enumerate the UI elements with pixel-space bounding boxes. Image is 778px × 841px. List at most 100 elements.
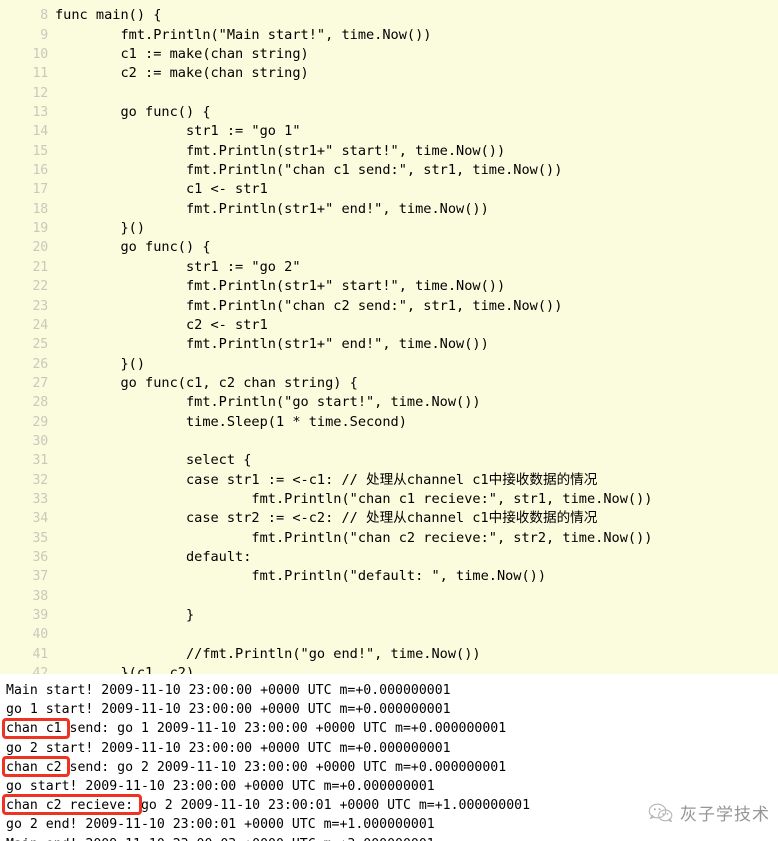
line-number: 14 — [32, 124, 49, 140]
code-line: 38 — [0, 587, 778, 606]
code-text: select { — [55, 452, 252, 469]
line-number: 25 — [32, 337, 49, 353]
code-text: fmt.Println(str1+" end!", time.Now()) — [55, 200, 489, 217]
code-line: 13 go func() { — [0, 103, 778, 122]
code-line: 41 //fmt.Println("go end!", time.Now()) — [0, 645, 778, 664]
line-number: 30 — [32, 433, 49, 449]
terminal-line: go start! 2009-11-10 23:00:00 +0000 UTC … — [6, 778, 435, 794]
code-line: 35 fmt.Println("chan c2 recieve:", str2,… — [0, 529, 778, 548]
code-text: func main() { — [55, 7, 162, 24]
line-number: 20 — [32, 240, 49, 256]
terminal-line: go 2 start! 2009-11-10 23:00:00 +0000 UT… — [6, 740, 451, 756]
code-editor-pane[interactable]: 78func main() {9 fmt.Println("Main start… — [0, 0, 778, 674]
line-number: 10 — [32, 47, 49, 63]
line-number: 39 — [32, 608, 49, 623]
code-line: 14 str1 := "go 1" — [0, 122, 778, 141]
code-line: 18 fmt.Println(str1+" end!", time.Now()) — [0, 200, 778, 219]
code-line: 16 fmt.Println("chan c1 send:", str1, ti… — [0, 161, 778, 180]
code-text: fmt.Println("go start!", time.Now()) — [55, 394, 481, 411]
line-number: 26 — [32, 356, 49, 372]
code-line: 28 fmt.Println("go start!", time.Now()) — [0, 393, 778, 412]
code-text: fmt.Println("chan c2 send:", str1, time.… — [55, 297, 563, 314]
line-number: 23 — [32, 298, 49, 314]
code-line: 21 str1 := "go 2" — [0, 258, 778, 277]
code-line: 25 fmt.Println(str1+" end!", time.Now()) — [0, 335, 778, 354]
line-number: 24 — [32, 317, 49, 333]
code-line: 20 go func() { — [0, 238, 778, 257]
line-number: 19 — [32, 221, 49, 237]
code-line: 33 fmt.Println("chan c1 recieve:", str1,… — [0, 490, 778, 509]
code-line: 11 c2 := make(chan string) — [0, 64, 778, 83]
code-line: 19 }() — [0, 219, 778, 238]
wechat-icon-svg — [648, 803, 673, 822]
terminal-line: chan c2 send: go 2 2009-11-10 23:00:00 +… — [6, 759, 507, 775]
line-number: 28 — [32, 395, 49, 411]
wechat-icon — [648, 802, 674, 824]
code-text: //fmt.Println("go end!", time.Now()) — [55, 645, 481, 662]
code-text: fmt.Println("chan c2 recieve:", str2, ti… — [55, 529, 653, 546]
code-text: go func() { — [55, 104, 211, 121]
code-line: 12 — [0, 84, 778, 103]
code-line: 42 }(c1, c2) — [0, 664, 778, 674]
line-number: 16 — [32, 163, 49, 179]
line-number: 37 — [32, 569, 49, 585]
code-text: time.Sleep(1 * time.Second) — [55, 413, 407, 430]
line-number: 31 — [32, 453, 49, 469]
code-line: 34 case str2 := <-c2: // 处理从channel c1中接… — [0, 509, 778, 528]
terminal-line: go 1 start! 2009-11-10 23:00:00 +0000 UT… — [6, 702, 451, 718]
code-text: }() — [55, 355, 146, 372]
code-text: go func(c1, c2 chan string) { — [55, 374, 358, 391]
watermark: 灰子学技术 — [648, 800, 770, 825]
line-number: 11 — [32, 66, 49, 82]
code-text: c1 := make(chan string) — [55, 46, 309, 63]
code-lines-container: 78func main() {9 fmt.Println("Main start… — [0, 0, 778, 674]
screenshot-root: 78func main() {9 fmt.Println("Main start… — [0, 0, 778, 841]
code-line: 17 c1 <- str1 — [0, 180, 778, 199]
code-line: 15 fmt.Println(str1+" start!", time.Now(… — [0, 142, 778, 161]
watermark-text: 灰子学技术 — [680, 805, 770, 825]
code-line: 36 default: — [0, 548, 778, 567]
terminal-output-pane[interactable]: Main start! 2009-11-10 23:00:00 +0000 UT… — [0, 674, 778, 841]
code-text: fmt.Println("chan c1 send:", str1, time.… — [55, 162, 563, 179]
line-number: 9 — [40, 27, 48, 43]
terminal-line: chan c1 send: go 1 2009-11-10 23:00:00 +… — [6, 721, 507, 737]
terminal-line: Main start! 2009-11-10 23:00:00 +0000 UT… — [6, 683, 451, 698]
terminal-line: Main end! 2009-11-10 23:00:03 +0000 UTC … — [0, 835, 778, 841]
code-text: }(c1, c2) — [55, 665, 195, 674]
code-line: 10 c1 := make(chan string) — [0, 45, 778, 64]
line-number: 34 — [32, 511, 49, 527]
code-text: go func() { — [55, 239, 211, 256]
line-number: 8 — [40, 8, 48, 24]
line-number: 35 — [32, 530, 49, 546]
code-line: 8 func main() { — [0, 6, 778, 25]
code-line: 9 fmt.Println("Main start!", time.Now()) — [0, 26, 778, 45]
line-number: 15 — [32, 143, 49, 159]
line-number: 29 — [32, 414, 49, 430]
line-number: 38 — [32, 588, 49, 604]
code-text: fmt.Println("Main start!", time.Now()) — [55, 26, 432, 43]
code-text: str1 := "go 2" — [55, 258, 301, 275]
code-text: fmt.Println(str1+" end!", time.Now()) — [55, 336, 489, 353]
code-line: 32 case str1 := <-c1: // 处理从channel c1中接… — [0, 471, 778, 490]
line-number: 40 — [32, 627, 49, 643]
code-text: }() — [55, 220, 146, 237]
code-text: c1 <- str1 — [55, 181, 268, 198]
code-text: str1 := "go 1" — [55, 123, 301, 140]
line-number: 27 — [32, 375, 49, 391]
code-text: case str2 := <-c2: // 处理从channel c1中接收数据… — [55, 510, 598, 527]
code-line: 26 }() — [0, 355, 778, 374]
code-line: 40 — [0, 625, 778, 644]
line-number: 18 — [32, 201, 49, 217]
code-text: fmt.Println(str1+" start!", time.Now()) — [55, 278, 506, 295]
code-line: 22 fmt.Println(str1+" start!", time.Now(… — [0, 277, 778, 296]
code-line: 39 } — [0, 606, 778, 625]
code-line: 31 select { — [0, 451, 778, 470]
line-number: 42 — [32, 666, 49, 674]
code-text: fmt.Println("chan c1 recieve:", str1, ti… — [55, 490, 653, 507]
line-number: 33 — [32, 491, 49, 507]
line-number: 12 — [32, 85, 49, 101]
code-line: 27 go func(c1, c2 chan string) { — [0, 374, 778, 393]
code-text: fmt.Println("default: ", time.Now()) — [55, 568, 547, 585]
code-line: 23 fmt.Println("chan c2 send:", str1, ti… — [0, 297, 778, 316]
line-number: 13 — [32, 105, 49, 121]
